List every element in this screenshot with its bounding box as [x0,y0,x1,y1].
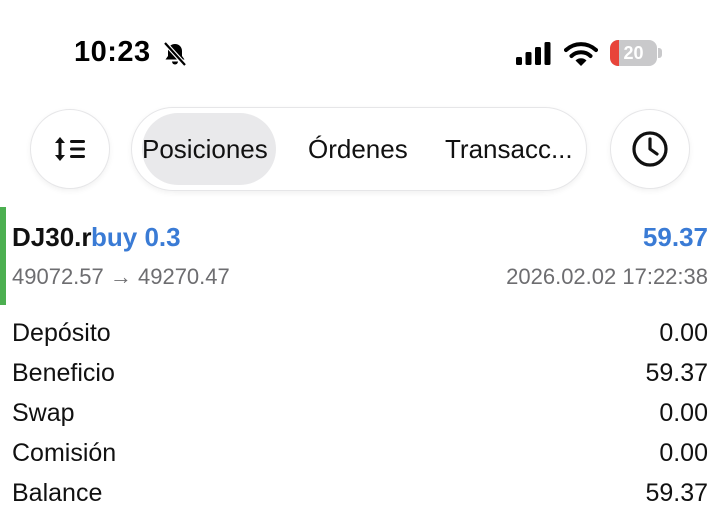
cellular-signal-icon [516,42,551,65]
sort-button[interactable] [30,109,110,189]
position-accent-bar [0,207,6,305]
detail-label: Depósito [12,319,111,347]
battery-level-text: 20 [623,43,644,63]
screen: 10:23 20 Posiciones Órdenes Transacc... … [0,0,720,517]
tab-orders[interactable]: Órdenes [308,108,408,190]
tab-transactions[interactable]: Transacc... [445,108,573,190]
detail-value: 0.00 [659,319,708,347]
detail-label: Swap [12,399,75,427]
detail-row-balance: Balance 59.37 [12,479,708,517]
status-bar: 10:23 20 [0,0,720,100]
bell-slash-icon [163,41,187,67]
position-prices: 49072.57 → 49270.47 [12,264,230,289]
detail-label: Beneficio [12,359,115,387]
position-side: buy 0.3 [91,222,181,252]
detail-row-profit: Beneficio 59.37 [12,359,708,399]
wifi-icon [564,42,598,66]
battery-tip [658,48,662,58]
tab-bar: Posiciones Órdenes Transacc... [131,107,587,191]
detail-value: 59.37 [645,359,708,387]
detail-label: Balance [12,479,103,507]
history-button[interactable] [610,109,690,189]
sort-list-icon [55,137,85,161]
position-symbol: DJ30.r [12,222,92,252]
detail-label: Comisión [12,439,117,467]
tab-positions[interactable]: Posiciones [142,108,268,190]
detail-value: 59.37 [645,479,708,507]
position-profit: 59.37 [642,222,708,252]
battery-icon: 20 [610,40,657,66]
detail-row-deposit: Depósito 0.00 [12,319,708,359]
detail-value: 0.00 [659,399,708,427]
detail-row-swap: Swap 0.00 [12,399,708,439]
detail-row-commission: Comisión 0.00 [12,439,708,479]
position-datetime: 2026.02.02 17:22:38 [506,264,708,289]
clock-icon [632,131,668,167]
status-time: 10:23 [74,36,151,68]
detail-value: 0.00 [659,439,708,467]
